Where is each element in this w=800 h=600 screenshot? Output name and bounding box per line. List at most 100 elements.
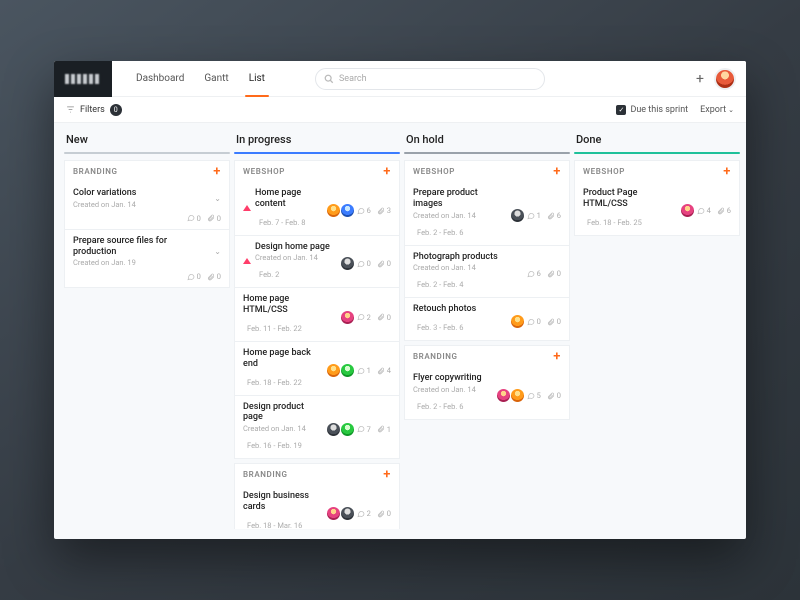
chevron-down-icon[interactable]: ⌄ [214, 194, 221, 203]
task-card[interactable]: Photograph productsCreated on Jan. 14Feb… [404, 246, 570, 299]
card-date: Feb. 11 - Feb. 22 [243, 324, 302, 333]
group-header[interactable]: WEBSHOP + [234, 160, 400, 182]
attachment-icon [377, 207, 385, 215]
attachment-icon [207, 273, 215, 281]
group-header[interactable]: BRANDING+ [404, 345, 570, 367]
card-counts: 00 [357, 259, 391, 268]
column-title: New [62, 133, 232, 152]
comment-count: 6 [527, 269, 541, 278]
task-card[interactable]: Prepare source files for productionCreat… [64, 230, 230, 289]
group-header[interactable]: WEBSHOP+ [404, 160, 570, 182]
attachment-count: 0 [547, 391, 561, 400]
attachment-icon [377, 510, 385, 518]
column-title: In progress [232, 133, 402, 152]
attachment-count: 1 [377, 425, 391, 434]
column-body[interactable]: WEBSHOP+Home page contentFeb. 7 - Feb. 8… [232, 160, 402, 529]
assignee-avatar[interactable] [340, 422, 355, 437]
assignee-avatar[interactable] [326, 422, 341, 437]
comment-icon [357, 367, 365, 375]
task-card[interactable]: Product Page HTML/CSSFeb. 18 - Feb. 2546 [574, 182, 740, 236]
assignee-avatar[interactable] [326, 506, 341, 521]
card-subtitle: Created on Jan. 14 [413, 385, 492, 394]
assignee-avatar[interactable] [496, 388, 511, 403]
card-date: Feb. 2 - Feb. 4 [413, 280, 463, 289]
comment-count: 7 [357, 425, 371, 434]
app-window: Dashboard Gantt List Search + Filters 0 … [54, 61, 746, 539]
task-card[interactable]: Retouch photosFeb. 3 - Feb. 600 [404, 298, 570, 341]
task-card[interactable]: Prepare product imagesCreated on Jan. 14… [404, 182, 570, 246]
assignee-avatar[interactable] [680, 203, 695, 218]
user-avatar[interactable] [714, 68, 736, 90]
assignee-avatar[interactable] [326, 203, 341, 218]
comment-icon [527, 212, 535, 220]
search-placeholder: Search [339, 74, 367, 84]
filters-button[interactable]: Filters 0 [66, 104, 122, 116]
comment-icon [527, 318, 535, 326]
group-add-button[interactable]: + [553, 353, 561, 361]
task-card[interactable]: Home page contentFeb. 7 - Feb. 863 [234, 182, 400, 236]
attachment-count: 0 [377, 259, 391, 268]
due-this-sprint-toggle[interactable]: ✓ Due this sprint [616, 105, 688, 115]
card-subtitle: Created on Jan. 14 [255, 253, 336, 262]
card-title: Prepare source files for production [73, 236, 210, 258]
task-card[interactable]: Color variationsCreated on Jan. 14⌄00 [64, 182, 230, 230]
assignee-avatar[interactable] [340, 310, 355, 325]
column-body[interactable]: WEBSHOP + Product Page HTML/CSSFeb. 18 - F… [572, 160, 742, 529]
task-card[interactable]: Design business cardsFeb. 18 - Mar. 1620 [234, 485, 400, 529]
task-card[interactable]: Flyer copywritingCreated on Jan. 14Feb. … [404, 367, 570, 420]
group-add-button[interactable]: + [213, 168, 221, 176]
card-title: Photograph products [413, 252, 523, 263]
assignee-avatar[interactable] [326, 363, 341, 378]
attachment-icon [547, 318, 555, 326]
group-add-button[interactable]: + [383, 168, 391, 176]
assignee-avatar[interactable] [510, 208, 525, 223]
task-card[interactable]: Home page back endFeb. 18 - Feb. 2214 [234, 342, 400, 396]
attachment-count: 0 [377, 313, 391, 322]
attachment-count: 0 [207, 214, 221, 223]
group-header[interactable]: WEBSHOP + [574, 160, 740, 182]
nav-gantt[interactable]: Gantt [194, 61, 238, 97]
assignee-avatar[interactable] [340, 506, 355, 521]
task-card[interactable]: Design home pageCreated on Jan. 14Feb. 2… [234, 236, 400, 289]
top-nav: Dashboard Gantt List [126, 61, 275, 97]
nav-list[interactable]: List [239, 61, 275, 97]
card-title: Flyer copywriting [413, 373, 492, 384]
assignee-avatar[interactable] [340, 256, 355, 271]
comment-count: 4 [697, 206, 711, 215]
filters-count: 0 [110, 104, 122, 116]
comment-count: 6 [357, 206, 371, 215]
chevron-down-icon[interactable]: ⌄ [214, 247, 221, 256]
attachment-count: 6 [547, 211, 561, 220]
column-done: DoneWEBSHOP+Product Page HTML/CSSFeb. 18… [572, 133, 742, 529]
attachment-count: 0 [377, 509, 391, 518]
group-header[interactable]: BRANDING+ [234, 463, 400, 485]
comment-icon [187, 273, 195, 281]
assignee-avatar[interactable] [510, 314, 525, 329]
alert-icon [243, 258, 251, 264]
card-counts: 46 [697, 206, 731, 215]
column-body[interactable]: WEBSHOP+Prepare product imagesCreated on… [402, 160, 572, 529]
group-add-button[interactable]: + [723, 168, 731, 176]
task-card[interactable]: Home page HTML/CSSFeb. 11 - Feb. 2220 [234, 288, 400, 342]
group-add-button[interactable]: + [383, 471, 391, 479]
column-in-progress: In progressWEBSHOP+Home page contentFeb.… [232, 133, 402, 529]
brand-logo[interactable] [54, 61, 112, 97]
attachment-icon [207, 214, 215, 222]
search-input[interactable]: Search [315, 68, 545, 90]
card-date: Feb. 7 - Feb. 8 [255, 218, 305, 227]
group-name: WEBSHOP [583, 167, 625, 176]
group-header[interactable]: BRANDING+ [64, 160, 230, 182]
card-title: Retouch photos [413, 304, 506, 315]
add-button[interactable]: + [696, 72, 704, 86]
nav-dashboard[interactable]: Dashboard [126, 61, 194, 97]
comment-icon [357, 313, 365, 321]
assignee-avatar[interactable] [340, 203, 355, 218]
column-accent [404, 152, 570, 154]
task-card[interactable]: Design product pageCreated on Jan. 14Feb… [234, 396, 400, 460]
assignee-avatar[interactable] [340, 363, 355, 378]
assignee-avatar[interactable] [510, 388, 525, 403]
group-name: WEBSHOP [243, 167, 285, 176]
export-button[interactable]: Export ⌄ [700, 105, 734, 115]
group-add-button[interactable]: + [553, 168, 561, 176]
column-body[interactable]: BRANDING+Color variationsCreated on Jan.… [62, 160, 232, 529]
